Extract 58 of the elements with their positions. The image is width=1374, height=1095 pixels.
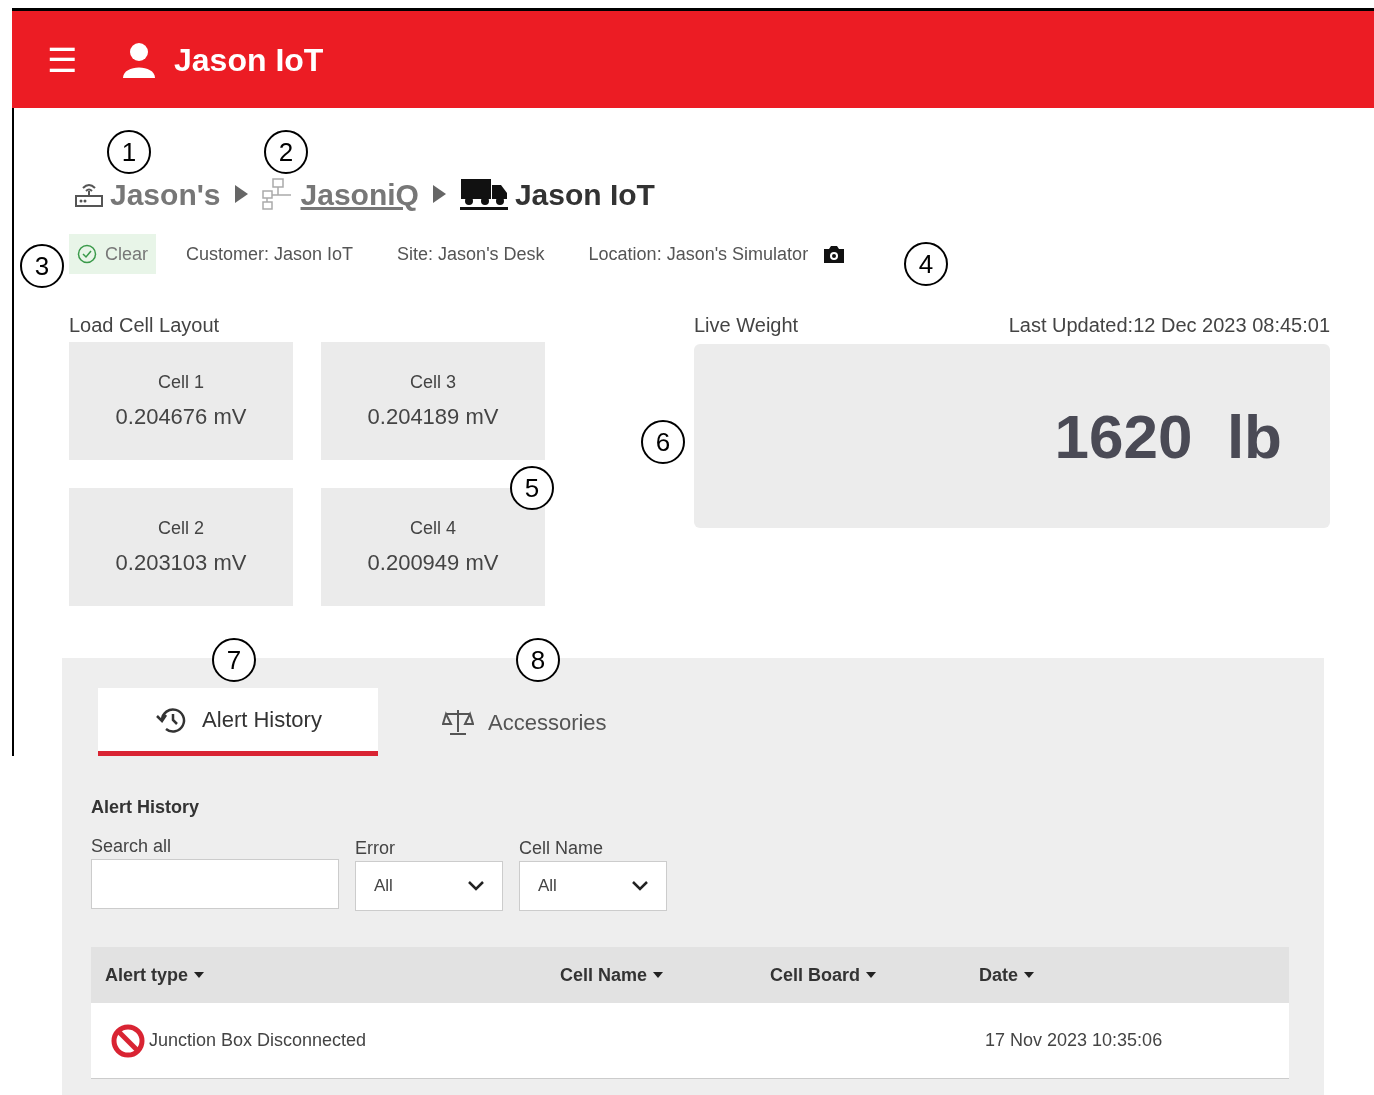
column-header[interactable]: Date [979,961,1289,989]
table-cell-text: Junction Box Disconnected [149,1029,367,1052]
chevron-down-icon [468,881,484,891]
breadcrumb-current: Jason IoT [514,176,655,213]
sort-icon [1024,972,1034,978]
field-label: Error [355,837,396,859]
chevron-icon [232,184,249,204]
field-label: Search all [91,835,173,857]
section-title: Alert History [91,796,201,819]
tab[interactable]: Alert History [98,688,378,756]
cell-name: Cell 3 [410,371,456,394]
filter-dropdown[interactable]: All [355,861,503,911]
callout-marker: 3 [20,244,64,288]
cell-reading: 0.203103 mV [115,549,247,577]
last-updated-text: Last Updated:12 Dec 2023 08:45:01 [1008,313,1330,338]
scale-icon [442,708,474,736]
tab[interactable]: Accessories [438,688,611,756]
breadcrumb-link[interactable]: JasoniQ [300,171,419,217]
sort-icon [653,972,664,978]
callout-marker: 5 [510,466,554,510]
menu-button[interactable]: ☰ [42,42,82,77]
section-title: Load Cell Layout [69,313,221,338]
check-circle-icon [77,244,97,264]
app-title: Jason IoT [174,40,324,80]
callout-marker: 4 [904,242,948,286]
cell-name: Cell 2 [158,517,204,540]
field-label: Cell Name [519,837,605,859]
sort-icon [866,972,877,978]
column-header[interactable]: Cell Board [770,961,979,989]
cell-name: Cell 1 [158,371,204,394]
chevron-down-icon [632,881,648,891]
cell-reading: 0.204676 mV [115,403,247,431]
sort-icon [194,972,205,978]
truck-icon [458,177,509,211]
search-field[interactable] [91,859,339,909]
chevron-icon [430,184,447,204]
camera-icon[interactable] [822,244,847,264]
status-badge: Clear [69,234,156,274]
blocked-icon [111,1023,145,1058]
callout-marker: 8 [516,638,560,682]
site-text: Site: Jason's Desk [397,242,545,266]
weight-value: 1620 lb [1054,400,1282,473]
cell-reading: 0.204189 mV [367,403,499,431]
cell-reading: 0.200949 mV [367,549,499,577]
user-icon [122,41,156,78]
callout-marker: 2 [264,130,308,174]
callout-marker: 1 [107,130,151,174]
cell-name: Cell 4 [410,517,456,540]
section-title: Live Weight [694,313,799,338]
column-header[interactable]: Alert type [105,961,560,989]
breadcrumb-link[interactable]: Jason's [110,171,221,217]
filter-dropdown[interactable]: All [519,861,667,911]
location-text: Location: Jason's Simulator [588,242,809,266]
column-header[interactable]: Cell Name [560,961,770,989]
callout-marker: 6 [641,420,685,464]
callout-marker: 7 [212,638,256,682]
customer-text: Customer: Jason IoT [186,242,354,266]
table-cell-text: 17 Nov 2023 10:35:06 [985,1029,1164,1052]
